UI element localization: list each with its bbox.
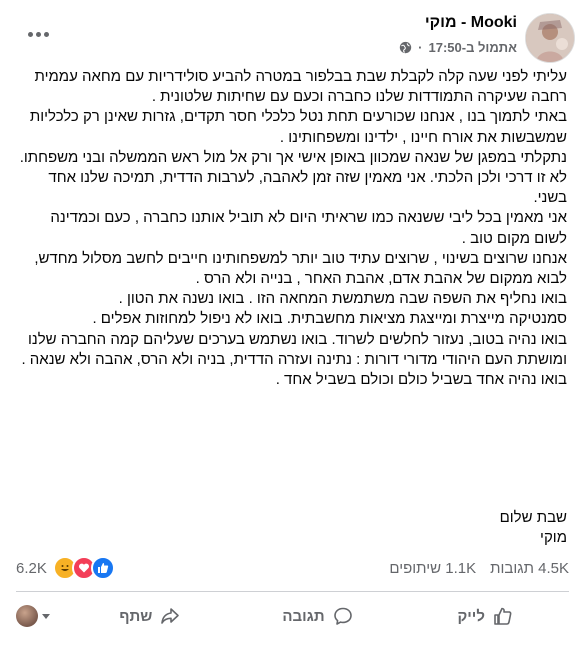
post-paragraph: סמנטיקה מייצרת ומייצגת מציאות מחשבתית. ב…	[92, 310, 567, 328]
post-signoff: שבת שלום מוקי	[16, 508, 567, 548]
actions-divider	[16, 591, 569, 592]
post-paragraph: באתי לתמוך בנו , אנחנו שכורעים תחת נטל כ…	[29, 108, 567, 146]
post-action-bar: לייק תגובה שתף	[15, 596, 569, 636]
post-paragraph: אני מאמין בכל ליבי ששנאה כמו שראיתי היום…	[50, 209, 567, 247]
facebook-post-card: Mooki - מוקי אתמול ב-17:50 · עליתי לפני …	[0, 0, 585, 646]
post-stats: 4.5K תגובות 1.1K שיתופים 6.2K	[16, 553, 569, 583]
signoff-greeting: שבת שלום	[499, 509, 567, 526]
post-paragraph: בואו נחליף את השפה שבה משתמשת המחאה הזו …	[118, 290, 567, 308]
like-label: לייק	[457, 607, 485, 625]
post-paragraph: בואו נהיה בטוב, נעזור לחלשים לשרוד. בואו…	[21, 330, 567, 368]
reaction-icons	[52, 556, 115, 580]
like-icon	[90, 556, 115, 580]
share-button[interactable]: שתף	[66, 598, 234, 634]
post-paragraph: עליתי לפני שעה קלה לקבלת שבת בבלפור במטר…	[34, 68, 568, 106]
like-button[interactable]: לייק	[401, 598, 569, 634]
share-label: שתף	[119, 607, 153, 625]
share-arrow-icon	[161, 608, 180, 624]
post-timestamp[interactable]: אתמול ב-17:50	[428, 40, 517, 55]
author-avatar[interactable]	[525, 13, 575, 63]
separator-dot: ·	[418, 40, 423, 55]
shares-count[interactable]: 1.1K שיתופים	[389, 560, 476, 577]
comment-button[interactable]: תגובה	[234, 598, 402, 634]
globe-icon[interactable]	[399, 41, 412, 54]
post-paragraph: נתקלתי במפגן של שנאה שמכוון באופן אישי א…	[19, 148, 567, 166]
post-meta: אתמול ב-17:50 ·	[399, 40, 517, 55]
post-paragraph: בואו נהיה אחד בשביל כולם וכולם בשביל אחד…	[275, 371, 567, 389]
post-header: Mooki - מוקי אתמול ב-17:50 ·	[0, 10, 585, 66]
reactions-summary[interactable]: 6.2K	[16, 556, 115, 580]
more-options-icon[interactable]	[26, 22, 50, 46]
comment-label: תגובה	[282, 607, 325, 625]
comments-count[interactable]: 4.5K תגובות	[490, 560, 569, 577]
signoff-name: מוקי	[540, 529, 567, 546]
post-paragraph: לא זו דרכי ולכן הלכתי. אני מאמין שזה זמן…	[48, 169, 567, 207]
engagement-counts: 4.5K תגובות 1.1K שיתופים	[389, 560, 569, 577]
reactions-count[interactable]: 6.2K	[16, 560, 47, 577]
author-name[interactable]: Mooki - מוקי	[425, 14, 517, 32]
profile-switcher[interactable]	[15, 605, 66, 627]
thumbs-up-icon	[494, 607, 512, 625]
post-body: עליתי לפני שעה קלה לקבלת שבת בבלפור במטר…	[16, 67, 567, 390]
comment-bubble-icon	[333, 607, 352, 625]
chevron-down-icon	[41, 613, 50, 619]
post-paragraph: אנחנו שרוצים בשינוי , שרוצים עתיד טוב יו…	[34, 249, 567, 288]
user-avatar	[15, 605, 38, 627]
